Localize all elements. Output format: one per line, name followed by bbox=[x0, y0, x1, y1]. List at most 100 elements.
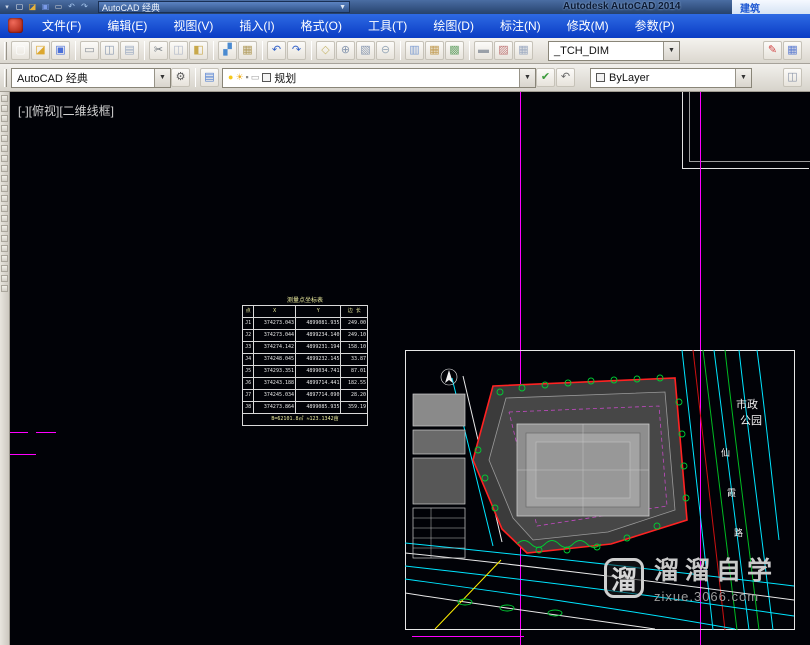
chevron-down-icon[interactable]: ▼ bbox=[519, 68, 535, 87]
app-icon[interactable] bbox=[8, 18, 23, 33]
zoom-previous-icon[interactable]: ⊖ bbox=[376, 41, 395, 60]
toolbar-grip[interactable] bbox=[4, 68, 7, 87]
toolbar-separator bbox=[262, 41, 263, 60]
menu-item[interactable]: 格式(O) bbox=[288, 14, 355, 38]
toolbar-separator bbox=[213, 41, 214, 60]
menu-item[interactable]: 标注(N) bbox=[487, 14, 554, 38]
properties-icon[interactable]: ▥ bbox=[405, 41, 424, 60]
side-tool-button[interactable] bbox=[1, 175, 8, 182]
redo-icon[interactable]: ↷ bbox=[287, 41, 306, 60]
side-tool-button[interactable] bbox=[1, 195, 8, 202]
coord-cell: 4899231.194 bbox=[295, 341, 342, 354]
layer-lock-icon[interactable]: ▪ bbox=[246, 73, 249, 82]
workspace-combo-qat[interactable]: AutoCAD 经典 ▼ bbox=[98, 1, 350, 13]
open-icon[interactable]: ◪ bbox=[31, 41, 50, 60]
layer-previous-icon[interactable]: ↶ bbox=[556, 68, 575, 87]
menu-item[interactable]: 修改(M) bbox=[554, 14, 622, 38]
layer-plot-icon[interactable]: ▭ bbox=[251, 73, 260, 82]
menu-item[interactable]: 绘图(D) bbox=[420, 14, 487, 38]
chevron-down-icon[interactable]: ▼ bbox=[154, 68, 170, 87]
side-tool-button[interactable] bbox=[1, 255, 8, 262]
side-tool-button[interactable] bbox=[1, 125, 8, 132]
coord-cell: 374293.351 bbox=[253, 365, 297, 378]
match-properties-icon[interactable]: ▞ bbox=[218, 41, 237, 60]
publish-icon[interactable]: ▤ bbox=[120, 41, 139, 60]
viewport-minimize-control[interactable]: [-] bbox=[18, 104, 29, 118]
coord-table-body: J1 374273.043 4899081.935 249.00 J2 374273.04… bbox=[241, 317, 368, 414]
side-tool-button[interactable] bbox=[1, 115, 8, 122]
side-tool-button[interactable] bbox=[1, 245, 8, 252]
designcenter-icon[interactable]: ▦ bbox=[425, 41, 444, 60]
chevron-down-icon[interactable]: ▼ bbox=[735, 68, 751, 87]
side-tool-button[interactable] bbox=[1, 225, 8, 232]
gear-icon[interactable]: ⚙ bbox=[171, 68, 190, 87]
annotate-pencil-icon[interactable]: ✎ bbox=[763, 41, 782, 60]
side-tool-button[interactable] bbox=[1, 285, 8, 292]
menu-item[interactable]: 视图(V) bbox=[160, 14, 226, 38]
chevron-down-icon[interactable]: ▼ bbox=[339, 4, 346, 11]
pan-icon[interactable]: ◇ bbox=[316, 41, 335, 60]
layer-properties-icon[interactable]: ▤ bbox=[200, 68, 219, 87]
plot-icon[interactable]: ▭ bbox=[80, 41, 99, 60]
coord-cell: 359.19 bbox=[340, 401, 368, 414]
watermark-url: zixue.3066.com bbox=[654, 588, 760, 604]
layer-freeze-sun-icon[interactable]: ☀ bbox=[235, 73, 243, 82]
side-tool-button[interactable] bbox=[1, 205, 8, 212]
sheetset-manager-icon[interactable]: ▬ bbox=[474, 41, 493, 60]
open-icon[interactable]: ◪ bbox=[27, 2, 38, 13]
chevron-down-icon[interactable]: ▼ bbox=[663, 41, 679, 60]
dim-style-combo[interactable]: _TCH_DIM ▼ bbox=[548, 40, 680, 61]
cut-icon[interactable]: ✂ bbox=[149, 41, 168, 60]
color-combo[interactable]: ByLayer ▼ bbox=[590, 67, 752, 88]
coord-table-row: J7 374245.034 4897714.090 28.20 bbox=[241, 389, 368, 402]
side-tool-button[interactable] bbox=[1, 155, 8, 162]
coordinate-table-title: 测量点坐标表 bbox=[286, 298, 323, 304]
menu-item[interactable]: 文件(F) bbox=[29, 14, 94, 38]
layer-on-bulb-icon[interactable]: ● bbox=[228, 73, 233, 82]
new-icon[interactable]: ▢ bbox=[14, 2, 25, 13]
plot-preview-icon[interactable]: ◫ bbox=[100, 41, 119, 60]
menu-item[interactable]: 参数(P) bbox=[622, 14, 688, 38]
side-tool-button[interactable] bbox=[1, 135, 8, 142]
save-icon[interactable]: ▣ bbox=[51, 41, 70, 60]
quickcalc-icon[interactable]: ▦ bbox=[514, 41, 533, 60]
construction-tick-2 bbox=[36, 432, 56, 433]
menu-item[interactable]: 插入(I) bbox=[226, 14, 287, 38]
menu-item[interactable]: 编辑(E) bbox=[94, 14, 160, 38]
viewport-visual-style-control[interactable]: [二维线框] bbox=[59, 104, 114, 118]
qat-customize-icon[interactable]: ▾ bbox=[2, 3, 12, 11]
save-icon[interactable]: ▣ bbox=[40, 2, 51, 13]
side-tool-button[interactable] bbox=[1, 275, 8, 282]
side-tool-button[interactable] bbox=[1, 95, 8, 102]
block-editor-icon[interactable]: ▦ bbox=[238, 41, 257, 60]
toolbar-grip[interactable] bbox=[4, 41, 7, 60]
plan-labels: 市政 公园 仙 霞 路 bbox=[721, 397, 762, 539]
side-tool-button[interactable] bbox=[1, 165, 8, 172]
tool-palettes-icon[interactable]: ▩ bbox=[445, 41, 464, 60]
markup-icon[interactable]: ▨ bbox=[494, 41, 513, 60]
menu-item[interactable]: 工具(T) bbox=[355, 14, 420, 38]
plot-icon[interactable]: ▭ bbox=[53, 2, 64, 13]
zoom-realtime-icon[interactable]: ⊕ bbox=[336, 41, 355, 60]
watermark: 溜 溜溜自学 zixue.3066.com bbox=[604, 557, 778, 604]
zoom-window-icon[interactable]: ▧ bbox=[356, 41, 375, 60]
make-current-icon[interactable]: ✔ bbox=[536, 68, 555, 87]
workspace-combo[interactable]: AutoCAD 经典 ▼ bbox=[11, 67, 171, 88]
side-tool-button[interactable] bbox=[1, 185, 8, 192]
table-style-icon[interactable]: ▦ bbox=[783, 41, 802, 60]
viewport-view-control[interactable]: [俯视] bbox=[29, 104, 60, 118]
copy-icon[interactable]: ◫ bbox=[169, 41, 188, 60]
draw-order-icon[interactable]: ◫ bbox=[783, 68, 802, 87]
side-tool-button[interactable] bbox=[1, 265, 8, 272]
side-tool-button[interactable] bbox=[1, 145, 8, 152]
redo-icon[interactable]: ↷ bbox=[79, 2, 90, 13]
new-icon[interactable]: ▢ bbox=[11, 41, 30, 60]
undo-icon[interactable]: ↶ bbox=[267, 41, 286, 60]
side-tool-button[interactable] bbox=[1, 215, 8, 222]
undo-icon[interactable]: ↶ bbox=[66, 2, 77, 13]
side-tool-button[interactable] bbox=[1, 235, 8, 242]
side-tool-button[interactable] bbox=[1, 105, 8, 112]
paste-icon[interactable]: ◧ bbox=[189, 41, 208, 60]
layer-combo[interactable]: ● ☀ ▪ ▭ 规划 ▼ bbox=[222, 67, 536, 88]
model-space-canvas[interactable]: [-][俯视][二维线框] 测量点坐标表 点XY边 长 J1 374273.043… bbox=[10, 92, 810, 645]
